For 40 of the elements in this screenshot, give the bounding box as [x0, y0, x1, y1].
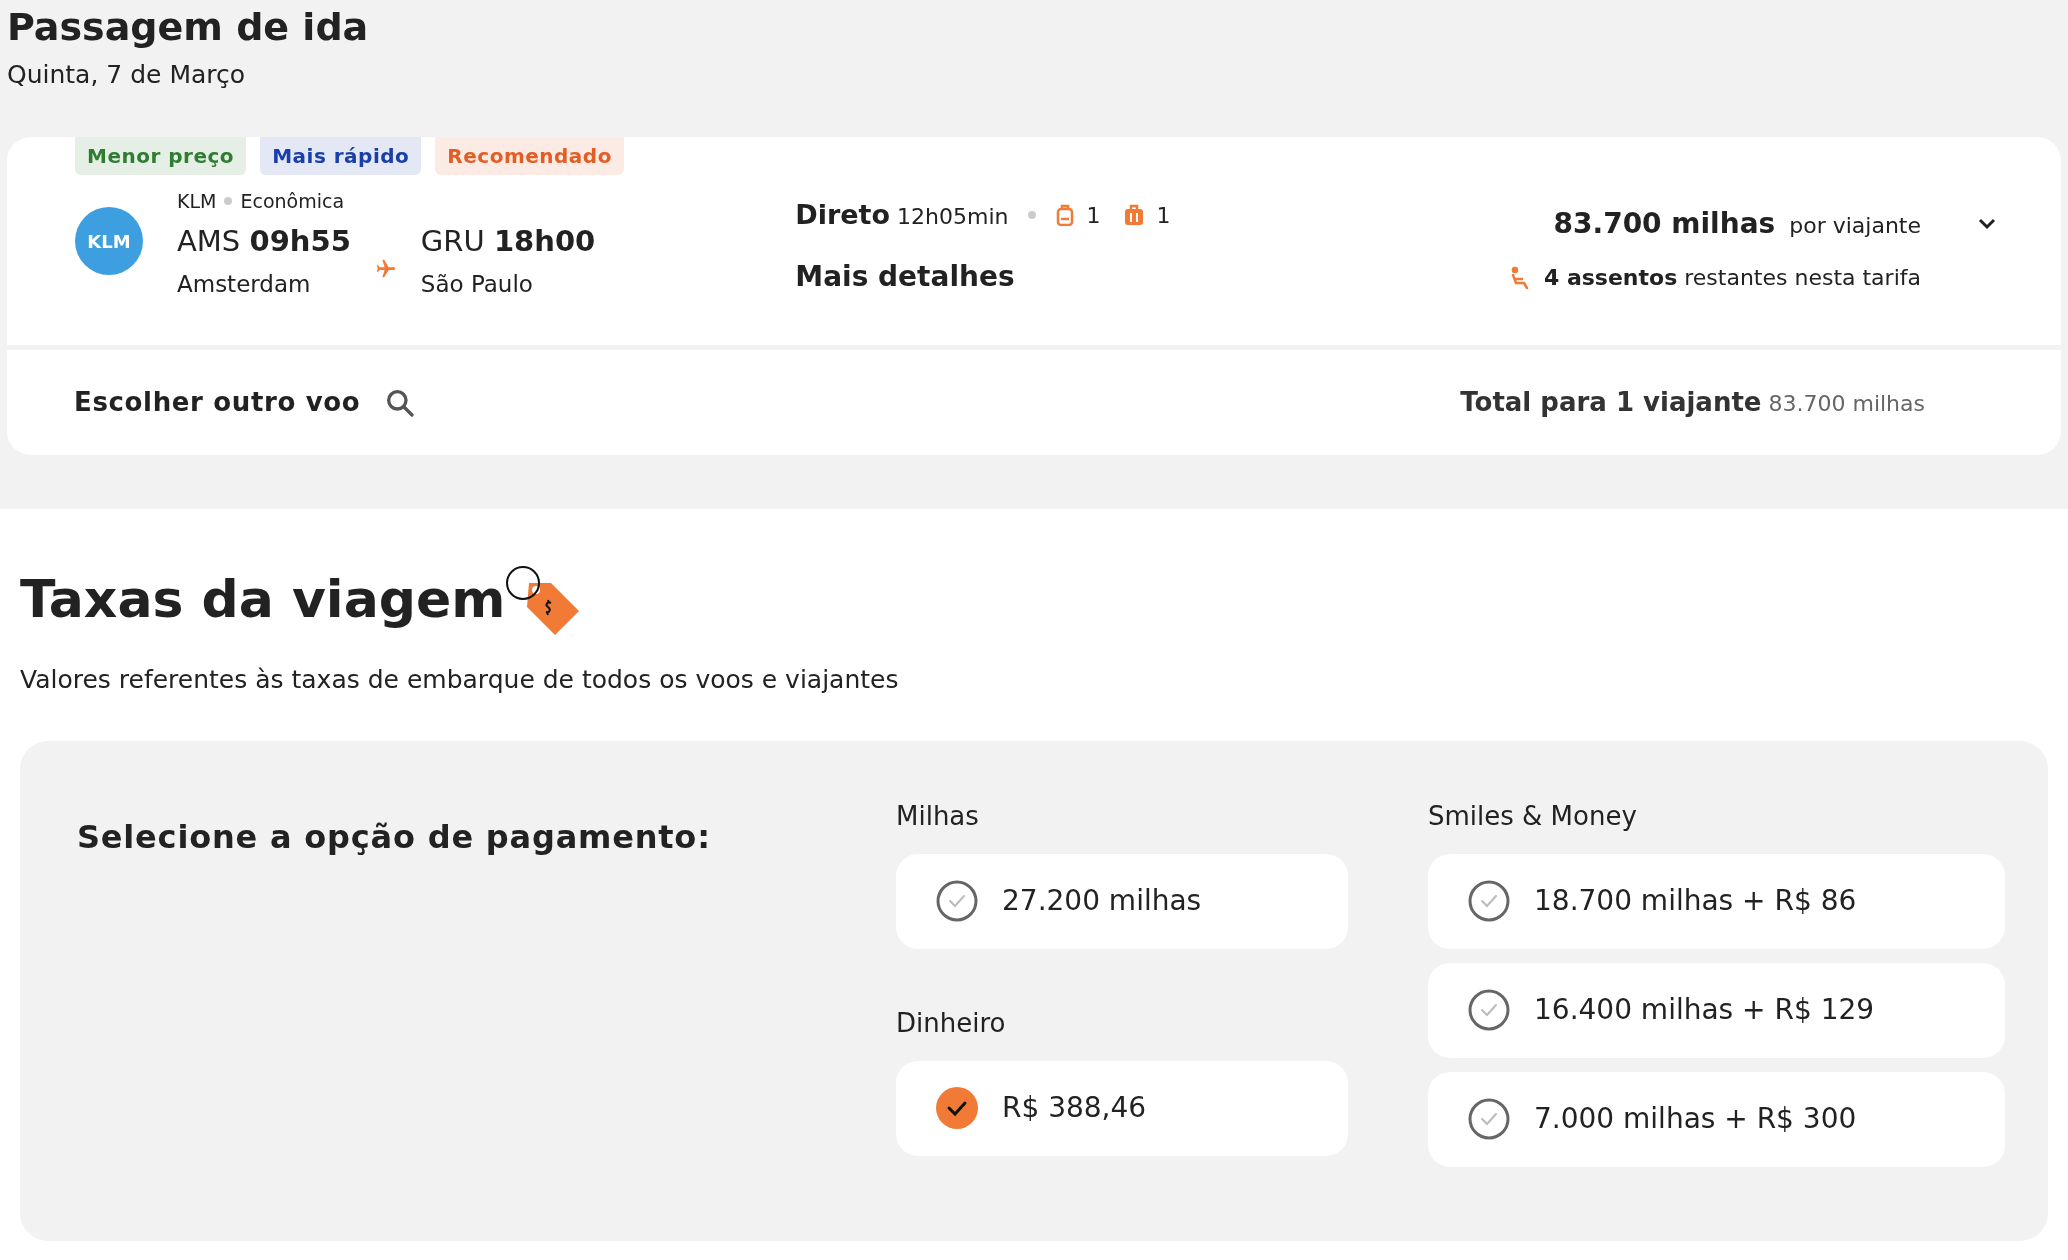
- unchecked-circle-icon: [1468, 989, 1510, 1031]
- flight-duration: Direto 12h05min: [795, 198, 1009, 232]
- suitcase-icon: [1124, 204, 1145, 227]
- group-label: Dinheiro: [896, 1006, 1007, 1040]
- tag: Menor preço: [75, 137, 247, 175]
- checked-circle-icon: [936, 1087, 978, 1129]
- departure-city: Amsterdam: [177, 270, 312, 299]
- price-text: 83.700 milhas por viajante: [1553, 206, 1921, 242]
- airline-logo: KLM: [75, 207, 143, 275]
- tag: Recomendado: [435, 137, 624, 175]
- dot-separator: [224, 197, 233, 206]
- payment-option[interactable]: 27.200 milhas: [896, 853, 1348, 949]
- payment-option[interactable]: 18.700 milhas + R$ 86: [1428, 853, 2005, 949]
- airplane-icon: [374, 257, 397, 280]
- payment-prompt: Selecione a opção de pagamento:: [77, 816, 712, 858]
- tag: Mais rápido: [260, 137, 422, 175]
- unchecked-circle-icon: [1468, 1098, 1510, 1140]
- unchecked-circle-icon: [936, 880, 978, 922]
- payment-option[interactable]: 16.400 milhas + R$ 129: [1428, 962, 2005, 1058]
- details-link[interactable]: Mais detalhes: [795, 255, 1171, 298]
- checked-bag-count: 1: [1156, 201, 1171, 230]
- payment-option[interactable]: R$ 388,46: [896, 1060, 1348, 1156]
- airline-name: KLM: [177, 189, 217, 214]
- group-label: Smiles & Money: [1428, 799, 1638, 833]
- total-text: Total para 1 viajante 83.700 milhas: [1460, 386, 1925, 419]
- arrival-time: GRU 18h00: [420, 222, 596, 260]
- payment-option[interactable]: 7.000 milhas + R$ 300: [1428, 1071, 2005, 1167]
- dot-separator: [1028, 211, 1037, 220]
- arrival-city: São Paulo: [420, 270, 534, 299]
- carry-on-count: 1: [1086, 201, 1101, 230]
- backpack-icon: [1056, 204, 1075, 227]
- date-text: Quinta, 7 de Março: [7, 58, 247, 91]
- departure-time: AMS 09h55: [177, 222, 351, 260]
- seats-remaining: 4 assentos restantes nesta tarifa: [1543, 264, 1921, 292]
- cabin-class: Econômica: [240, 189, 345, 214]
- unchecked-circle-icon: [1468, 880, 1510, 922]
- section-subtitle: Valores referentes às taxas de embarque de todos os voos e viajantes: [20, 664, 900, 696]
- group-label: Milhas: [896, 799, 980, 833]
- page-title: Passagem de ida: [7, 4, 370, 51]
- choose-other-flight-button[interactable]: Escolher outro voo: [74, 383, 417, 422]
